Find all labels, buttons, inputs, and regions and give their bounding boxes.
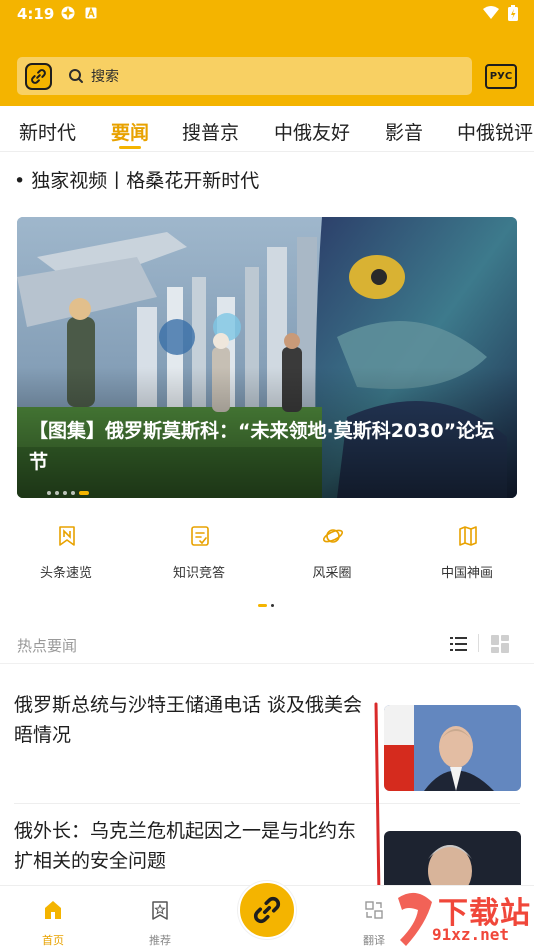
news-item-title[interactable]: 俄外长：乌克兰危机起因之一是与北约东扩相关的安全问题 (14, 816, 364, 876)
quick-item-fengcai[interactable]: 风采圈 (282, 525, 382, 585)
wifi-icon (483, 6, 499, 19)
quick-item-toutiao[interactable]: 头条速览 (16, 525, 116, 585)
tab-zhongeyouhao[interactable]: 中俄友好 (274, 118, 350, 145)
tab-yaowen[interactable]: 要闻 (111, 118, 149, 145)
channel-tabs: 新时代 要闻 搜普京 中俄友好 影音 中俄锐评 (0, 106, 534, 152)
banner-carousel[interactable]: 【图集】俄罗斯莫斯科：“未来领地·莫斯科2030”论坛节 (17, 217, 517, 498)
search-bar[interactable]: 搜索 (17, 57, 472, 95)
quick-menu-page-indicator (258, 604, 278, 608)
section-divider (0, 663, 534, 664)
translate-icon (365, 901, 383, 919)
notification-app-icon (61, 6, 75, 20)
center-link-button[interactable] (238, 881, 296, 939)
nav-home-label: 首页 (42, 934, 64, 947)
quick-item-label: 中国神画 (440, 566, 493, 581)
quick-item-label: 头条速览 (39, 566, 92, 581)
grid-view-icon[interactable] (491, 635, 509, 653)
status-time: 4:19 (17, 5, 55, 23)
battery-icon (508, 5, 518, 21)
tab-soupujing[interactable]: 搜普京 (182, 118, 239, 145)
news-item-title[interactable]: 俄罗斯总统与沙特王储通电话 谈及俄美会晤情况 (14, 690, 364, 750)
news-item-thumbnail[interactable] (384, 705, 521, 791)
banner-caption: 【图集】俄罗斯莫斯科：“未来领地·莫斯科2030”论坛节 (29, 420, 495, 473)
link-button[interactable] (25, 63, 52, 90)
carousel-dot (55, 491, 59, 495)
page-dot-active (258, 604, 267, 607)
nav-recommend-label: 推荐 (149, 934, 171, 947)
search-icon (69, 69, 83, 83)
link-icon (253, 896, 281, 924)
page-dot (271, 604, 274, 607)
language-button[interactable]: РУС (485, 64, 517, 89)
notification-a-icon (85, 7, 97, 19)
news-item-thumbnail[interactable] (384, 831, 521, 885)
news-divider (14, 803, 520, 804)
carousel-dot (47, 491, 51, 495)
top-headline[interactable]: • 独家视频丨格桑花开新时代 (14, 166, 259, 193)
view-divider (478, 634, 479, 652)
carousel-dot-active (79, 491, 89, 495)
carousel-dots (47, 491, 107, 495)
app-header: 4:19 搜索 РУС (0, 0, 534, 106)
status-bar: 4:19 (0, 0, 534, 28)
tab-yingyin[interactable]: 影音 (385, 118, 423, 145)
news-photo (384, 705, 521, 791)
search-input[interactable]: 搜索 (91, 66, 119, 86)
quick-item-label: 风采圈 (312, 566, 352, 581)
tab-zhongeruiping[interactable]: 中俄锐评 (457, 118, 533, 145)
section-title: 热点要闻 (17, 637, 78, 655)
quick-item-zhishi[interactable]: 知识竞答 (149, 525, 249, 585)
planet-icon (322, 529, 344, 543)
carousel-dot (63, 491, 67, 495)
nav-home[interactable]: 首页 (13, 886, 93, 950)
list-view-icon[interactable] (450, 636, 467, 652)
link-icon (31, 69, 46, 84)
annotation-arrow (371, 702, 387, 904)
quick-item-label: 知识竞答 (172, 566, 225, 581)
star-icon (152, 901, 168, 920)
bookmark-n-icon (59, 526, 75, 546)
nav-recommend[interactable]: 推荐 (120, 886, 200, 950)
quiz-icon (191, 526, 209, 546)
home-icon (45, 901, 61, 919)
watermark-url: 91xz.net (432, 925, 510, 944)
active-tab-indicator (119, 146, 141, 149)
map-scroll-icon (459, 526, 477, 546)
tab-xinshidai[interactable]: 新时代 (19, 118, 76, 145)
news-photo (384, 831, 521, 885)
carousel-dot (71, 491, 75, 495)
quick-item-shenhua[interactable]: 中国神画 (417, 525, 517, 585)
